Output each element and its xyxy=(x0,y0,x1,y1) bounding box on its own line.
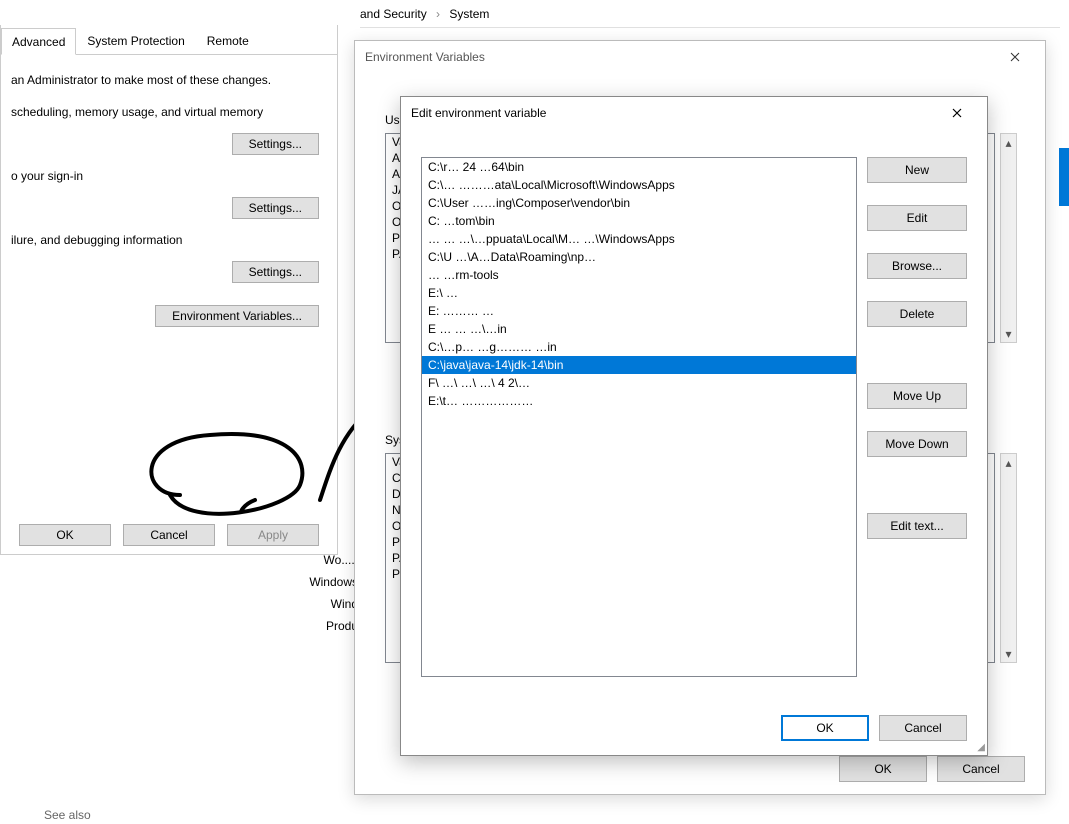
scrollbar-sys[interactable]: ▴ ▾ xyxy=(1000,453,1017,663)
tabs: Advanced System Protection Remote xyxy=(1,25,337,55)
env-ok-button[interactable]: OK xyxy=(839,756,927,782)
chevron-right-icon: › xyxy=(436,7,440,21)
path-row[interactable]: C:\… ………ata\Local\Microsoft\WindowsApps xyxy=(422,176,856,194)
path-row[interactable]: C:\…p… …g……… …in xyxy=(422,338,856,356)
path-row[interactable]: F\ …\ …\ …\ 4 2\… xyxy=(422,374,856,392)
path-row[interactable]: C:\U …\A…Data\Roaming\np… xyxy=(422,248,856,266)
apply-button[interactable]: Apply xyxy=(227,524,319,546)
env-cancel-button[interactable]: Cancel xyxy=(937,756,1025,782)
startup-text: ilure, and debugging information xyxy=(11,233,327,247)
move-up-button[interactable]: Move Up xyxy=(867,383,967,409)
path-row[interactable]: C:\java\java-14\jdk-14\bin xyxy=(422,356,856,374)
environment-variables-button[interactable]: Environment Variables... xyxy=(155,305,319,327)
delete-button[interactable]: Delete xyxy=(867,301,967,327)
path-list[interactable]: C:\r… 24 …64\binC:\… ………ata\Local\Micros… xyxy=(421,157,857,677)
performance-settings-button[interactable]: Settings... xyxy=(232,133,319,155)
breadcrumb-seg2[interactable]: System xyxy=(449,7,489,21)
path-row[interactable]: E:\t… ……………… xyxy=(422,392,856,410)
resize-grip-icon[interactable]: ◢ xyxy=(977,742,985,753)
profiles-settings-button[interactable]: Settings... xyxy=(232,197,319,219)
editwin-title: Edit environment variable xyxy=(411,106,546,120)
edit-text-button[interactable]: Edit text... xyxy=(867,513,967,539)
right-labels: Wo..... Windows Wind Produ xyxy=(298,545,358,641)
scroll-down-icon[interactable]: ▾ xyxy=(1001,645,1016,662)
startup-settings-button[interactable]: Settings... xyxy=(232,261,319,283)
scroll-down-icon[interactable]: ▾ xyxy=(1001,325,1016,342)
path-row[interactable]: … … …\…ppuata\Local\M… …\WindowsApps xyxy=(422,230,856,248)
path-row[interactable]: C:\r… 24 …64\bin xyxy=(422,158,856,176)
edit-ok-button[interactable]: OK xyxy=(781,715,869,741)
profile-text: o your sign-in xyxy=(11,169,327,183)
path-row[interactable]: E … … …\…in xyxy=(422,320,856,338)
breadcrumb: and Security › System xyxy=(360,4,1060,28)
breadcrumb-seg1[interactable]: and Security xyxy=(360,7,427,21)
close-icon[interactable] xyxy=(995,43,1035,71)
tab-remote[interactable]: Remote xyxy=(196,27,260,54)
envwin-title: Environment Variables xyxy=(365,50,485,64)
path-row[interactable]: E:\ … xyxy=(422,284,856,302)
admin-text: an Administrator to make most of these c… xyxy=(11,73,327,87)
edit-cancel-button[interactable]: Cancel xyxy=(879,715,967,741)
close-icon[interactable] xyxy=(937,99,977,127)
see-also[interactable]: See also xyxy=(44,808,91,822)
path-row[interactable]: … …rm-tools xyxy=(422,266,856,284)
edit-button[interactable]: Edit xyxy=(867,205,967,231)
system-properties-window: Advanced System Protection Remote an Adm… xyxy=(0,25,338,555)
label-d: Produ xyxy=(298,619,358,633)
tab-advanced[interactable]: Advanced xyxy=(1,28,76,55)
label-b: Windows xyxy=(298,575,358,589)
cancel-button[interactable]: Cancel xyxy=(123,524,215,546)
label-a: Wo..... xyxy=(298,553,358,567)
scrollbar-user[interactable]: ▴ ▾ xyxy=(1000,133,1017,343)
path-row[interactable]: C:\User ……ing\Composer\vendor\bin xyxy=(422,194,856,212)
label-c: Wind xyxy=(298,597,358,611)
new-button[interactable]: New xyxy=(867,157,967,183)
tab-system-protection[interactable]: System Protection xyxy=(76,27,195,54)
move-down-button[interactable]: Move Down xyxy=(867,431,967,457)
browse-button[interactable]: Browse... xyxy=(867,253,967,279)
scroll-up-icon[interactable]: ▴ xyxy=(1001,454,1016,471)
perf-text: scheduling, memory usage, and virtual me… xyxy=(11,105,327,119)
windows-accent xyxy=(1059,148,1069,206)
edit-env-variable-dialog: Edit environment variable C:\r… 24 …64\b… xyxy=(400,96,988,756)
ok-button[interactable]: OK xyxy=(19,524,111,546)
scroll-up-icon[interactable]: ▴ xyxy=(1001,134,1016,151)
path-row[interactable]: C: …tom\bin xyxy=(422,212,856,230)
path-row[interactable]: E: ……… … xyxy=(422,302,856,320)
